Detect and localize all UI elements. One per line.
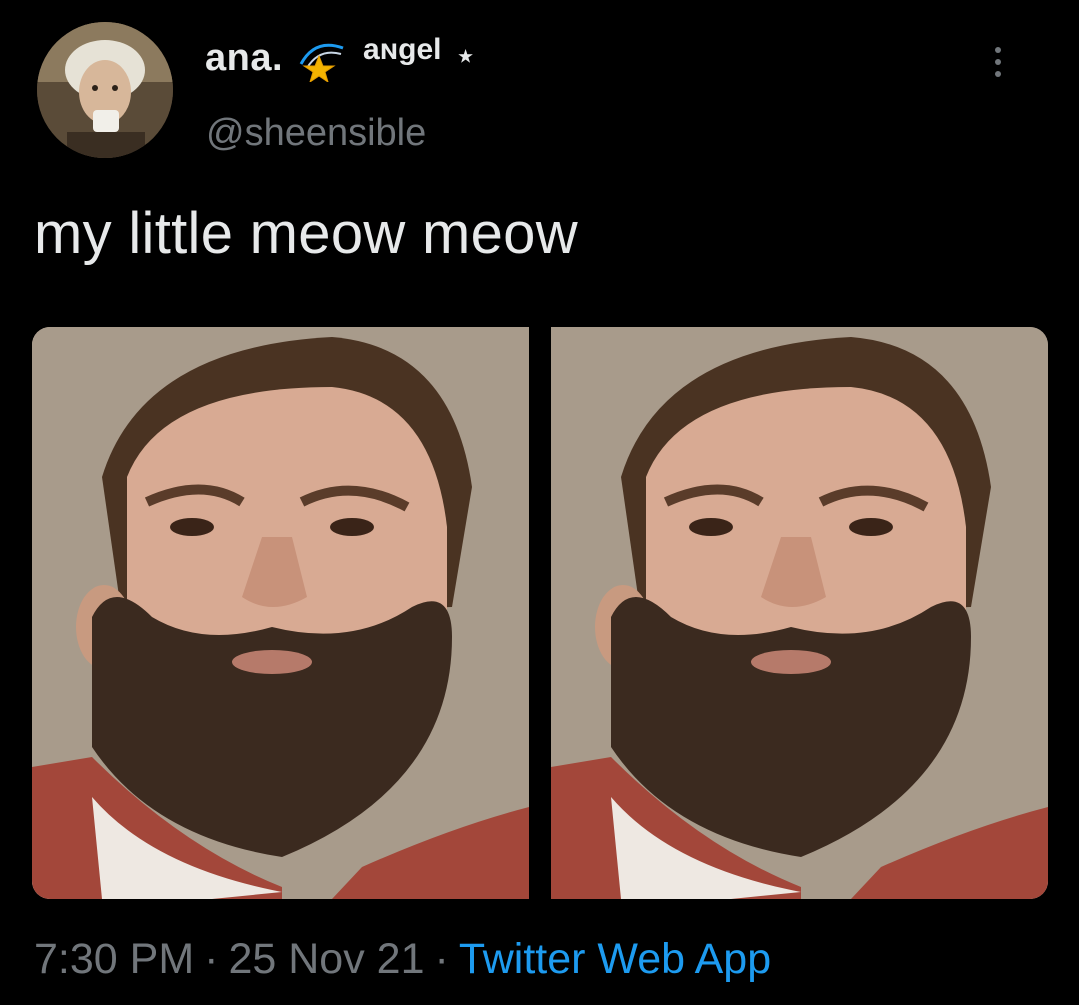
avatar-image — [37, 22, 173, 158]
photo-bearded-man-icon — [32, 327, 529, 899]
photo-bearded-man-icon — [551, 327, 1048, 899]
name-row: ana. aɴgel ⭑ — [205, 30, 474, 86]
tweet: ana. aɴgel ⭑ @sheensible my little meow … — [0, 0, 1079, 1005]
display-name[interactable]: ana. — [205, 37, 283, 80]
dot-icon — [995, 47, 1001, 53]
tweet-photo-1[interactable] — [32, 327, 529, 899]
tweet-date[interactable]: 25 Nov 21 — [228, 935, 424, 983]
dot-icon — [995, 71, 1001, 77]
dot-icon — [995, 59, 1001, 65]
user-handle[interactable]: @sheensible — [206, 112, 426, 155]
tweet-text: my little meow meow — [34, 201, 578, 266]
display-name-suffix: aɴgel — [363, 33, 442, 66]
more-options-button[interactable] — [980, 38, 1016, 86]
separator-dot: · — [434, 935, 449, 983]
shooting-star-icon — [299, 43, 344, 82]
tweet-source-link[interactable]: Twitter Web App — [459, 935, 771, 983]
separator-dot: · — [204, 935, 219, 983]
tweet-time[interactable]: 7:30 PM — [34, 935, 194, 983]
tweet-metadata: 7:30 PM · 25 Nov 21 · Twitter Web App — [34, 935, 771, 984]
star-icon: ⭑ — [457, 39, 474, 72]
avatar[interactable] — [37, 22, 173, 158]
tweet-photo-2[interactable] — [551, 327, 1048, 899]
